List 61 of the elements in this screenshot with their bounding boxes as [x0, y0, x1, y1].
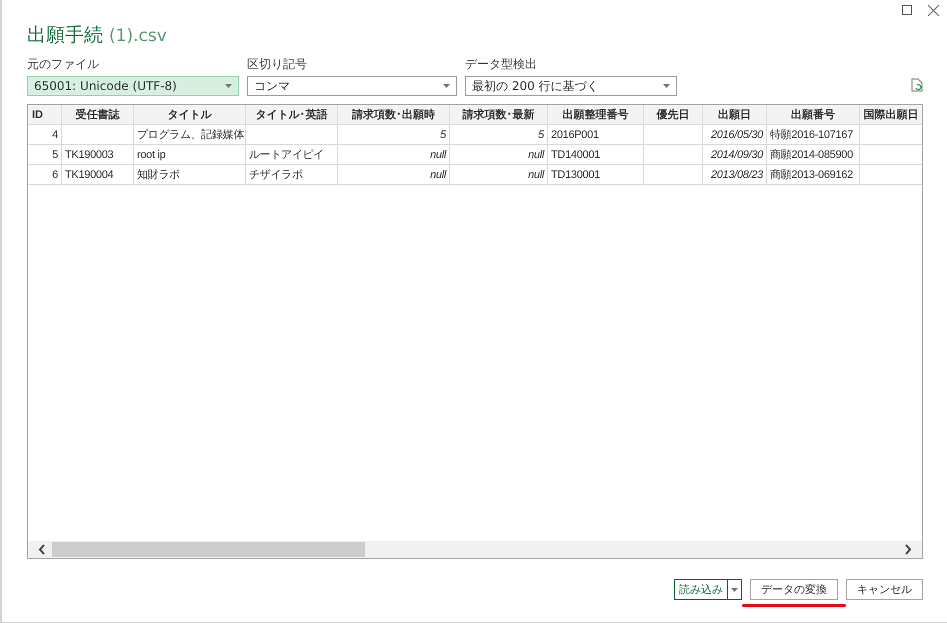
horizontal-scrollbar[interactable] — [28, 541, 922, 558]
file-extension: (1).csv — [109, 26, 167, 46]
field-label: 元のファイル — [27, 56, 100, 73]
scroll-right-icon[interactable] — [904, 544, 912, 555]
column-header[interactable]: 請求項数･最新 — [450, 105, 548, 125]
load-options-button[interactable] — [727, 580, 741, 599]
table-cell: TK190004 — [62, 165, 134, 185]
column-header[interactable]: タイトル･英語 — [246, 105, 338, 125]
table-cell: root ip — [134, 145, 246, 165]
table-cell: 商願2013-069162 — [767, 165, 860, 185]
caret-icon — [225, 84, 232, 88]
window-title: 出願手続 — [27, 23, 103, 48]
dropdown[interactable]: 最初の 200 行に基づく — [465, 76, 677, 96]
table-cell: TD130001 — [548, 165, 644, 185]
table-cell: 商願2014-085900 — [767, 145, 860, 165]
caret-icon — [443, 84, 450, 88]
table-cell: ルートアイピイ — [246, 145, 338, 165]
table-cell: 2013/08/23 — [703, 165, 767, 185]
table-cell: チザイラボ — [246, 165, 338, 185]
table-cell: TD140001 — [548, 145, 644, 165]
caret-icon — [663, 84, 670, 88]
table-cell: 5 — [28, 145, 62, 165]
dialog-button[interactable]: データの変換 — [750, 579, 838, 600]
table-cell: 2016P001 — [548, 125, 644, 145]
table-cell: 2016/05/30 — [703, 125, 767, 145]
table-cell: 2014/09/30 — [703, 145, 767, 165]
table-cell: null — [338, 165, 450, 185]
dropdown[interactable]: コンマ — [247, 76, 457, 96]
column-header[interactable]: 受任書誌 — [62, 105, 134, 125]
scroll-left-icon[interactable] — [38, 544, 46, 555]
column-header[interactable]: 出願日 — [703, 105, 767, 125]
table-cell: null — [450, 165, 548, 185]
table-cell: プログラム、記録媒体 — [134, 125, 246, 145]
empty-table-cell — [644, 125, 703, 145]
table-cell: 5 — [338, 125, 450, 145]
column-header[interactable]: 出願整理番号 — [548, 105, 644, 125]
column-header[interactable]: 国際出願日 — [860, 105, 922, 125]
dialog-button[interactable]: キャンセル — [846, 579, 923, 600]
empty-table-cell — [62, 125, 134, 145]
table-cell: 特願2016-107167 — [767, 125, 860, 145]
table-cell: null — [450, 145, 548, 165]
table-cell: 知財ラボ — [134, 165, 246, 185]
column-header[interactable]: 出願番号 — [767, 105, 860, 125]
caret-icon — [731, 588, 738, 592]
table-cell: TK190003 — [62, 145, 134, 165]
empty-table-cell — [644, 165, 703, 185]
table-cell: null — [338, 145, 450, 165]
refresh-document-icon[interactable] — [911, 78, 923, 92]
field-label: データ型検出 — [465, 56, 538, 73]
column-header[interactable]: ID — [28, 105, 62, 125]
maximize-icon[interactable] — [902, 5, 912, 15]
table-cell: 5 — [450, 125, 548, 145]
dropdown[interactable]: 65001: Unicode (UTF-8) — [27, 76, 239, 96]
close-icon[interactable] — [928, 4, 939, 16]
field-label: 区切り記号 — [247, 56, 308, 73]
column-header[interactable]: タイトル — [134, 105, 246, 125]
column-header[interactable]: 優先日 — [644, 105, 703, 125]
table-cell: 6 — [28, 165, 62, 185]
empty-table-cell — [644, 145, 703, 165]
column-header[interactable]: 請求項数･出願時 — [338, 105, 450, 125]
table-cell: 4 — [28, 125, 62, 145]
